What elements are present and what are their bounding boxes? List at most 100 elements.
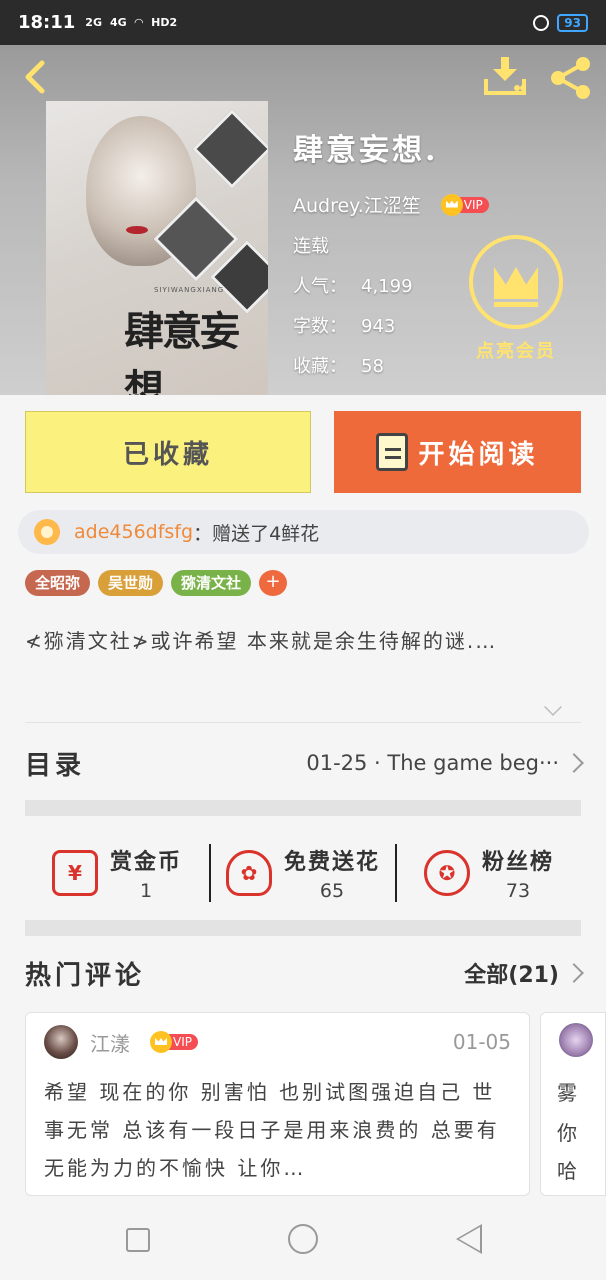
hot-comments-title: 热门评论: [25, 960, 146, 991]
medal-icon: ✪: [423, 850, 470, 896]
rotation-lock-icon: [533, 14, 550, 31]
vip-badge: VIP: [440, 193, 489, 216]
icon-glyph: ✪: [438, 861, 456, 885]
gift-banner[interactable]: ade456dfsfg ：赠送了4鲜花: [18, 510, 589, 554]
stat-value: 1: [139, 880, 153, 902]
stat-label: 粉丝榜: [481, 850, 554, 875]
tag-item[interactable]: 吴世勋: [98, 570, 164, 596]
download-icon: [484, 57, 526, 95]
stat-key: 收藏：: [293, 356, 347, 377]
vip-label: VIP: [459, 196, 489, 213]
reward-coin-button[interactable]: ¥ 赏金币 1: [25, 844, 209, 902]
cover-lips: [126, 226, 148, 234]
comment-snippet: 你: [557, 1121, 577, 1145]
stat-key: 人气：: [293, 276, 347, 297]
comment-header: 江漾 VIP 01-05: [44, 1025, 511, 1059]
red-envelope-icon: ¥: [51, 850, 98, 896]
favorites-row: 收藏： 58: [293, 352, 489, 378]
hot-comments-header: 热门评论 全部(21): [25, 948, 584, 998]
signal-4g-icon: 4G: [109, 16, 127, 29]
gift-user: ade456dfsfg: [74, 521, 194, 543]
share-button[interactable]: [548, 55, 594, 101]
flower-icon: ✿: [225, 850, 272, 896]
word-count-row: 字数： 943: [293, 312, 489, 338]
start-reading-label: 开始阅读: [418, 439, 539, 470]
author-name[interactable]: Audrey.江涩笙: [293, 191, 421, 218]
recent-apps-icon[interactable]: [126, 1228, 150, 1252]
wifi-icon: ◠: [134, 16, 144, 29]
toc-title: 目录: [25, 750, 86, 781]
free-flower-button[interactable]: ✿ 免费送花 65: [209, 844, 395, 902]
start-reading-button[interactable]: 开始阅读: [334, 411, 581, 493]
hd-icon: HD2: [151, 16, 178, 29]
stat-label: 免费送花: [283, 850, 380, 875]
tag-item[interactable]: 全昭弥: [25, 570, 91, 596]
chevron-right-icon[interactable]: [564, 963, 584, 983]
chevron-right-icon: [564, 753, 584, 773]
signal-2g-icon: 2G: [85, 16, 102, 29]
home-icon[interactable]: [288, 1224, 318, 1254]
comment-date: 01-05: [452, 1030, 511, 1054]
stat-value: 943: [361, 316, 396, 337]
back-button[interactable]: [16, 57, 56, 97]
system-nav-bar: [0, 1196, 606, 1280]
book-info: 肆意妄想. Audrey.江涩笙 VIP 连载 人气： 4,199 字数： 943 …: [293, 125, 489, 378]
comment-snippet: 哈: [557, 1159, 577, 1183]
avatar[interactable]: [44, 1025, 78, 1059]
flower-icon: [34, 519, 60, 545]
download-button[interactable]: [482, 55, 528, 97]
divider: [25, 722, 581, 723]
vip-label: VIP: [169, 1034, 198, 1050]
comment-card-peek[interactable]: 雾 你 哈: [540, 1012, 606, 1196]
comment-author[interactable]: 江漾: [90, 1028, 130, 1057]
stat-key: 字数：: [293, 316, 347, 337]
all-comments-link[interactable]: 全部(21): [464, 957, 559, 989]
latest-chapter: 01-25 · The game beg···: [306, 751, 559, 775]
stat-label: 赏金币: [109, 850, 182, 875]
member-label: 点亮会员: [476, 341, 556, 362]
collected-button[interactable]: 已收藏: [25, 411, 311, 493]
section-divider: [25, 800, 581, 816]
avatar: [559, 1023, 593, 1057]
stats-row: ¥ 赏金币 1 ✿ 免费送花 65 ✪ 粉丝榜 73: [25, 828, 581, 918]
fan-ranking-button[interactable]: ✪ 粉丝榜 73: [395, 844, 581, 902]
cover-title: 肆意妄想: [124, 308, 240, 395]
status-bar: 18:11 2G 4G ◠ HD2 93: [0, 0, 606, 45]
table-of-contents-row[interactable]: 目录 01-25 · The game beg···: [25, 735, 584, 791]
cover-subtitle: SIYIWANGXIANG: [154, 286, 225, 294]
add-tag-button[interactable]: +: [259, 570, 288, 596]
comment-card[interactable]: 江漾 VIP 01-05 希望 现在的你 别害怕 也别试图强迫自己 世事无常 总…: [25, 1012, 530, 1196]
icon-glyph: ✿: [240, 861, 258, 885]
author-row: Audrey.江涩笙 VIP: [293, 191, 489, 218]
member-crown-icon: [469, 235, 563, 329]
back-triangle-icon[interactable]: [456, 1224, 482, 1254]
crown-icon: [150, 1031, 172, 1053]
tag-list: 全昭弥 吴世勋 猕清文社 +: [25, 570, 288, 596]
battery-icon: 93: [557, 13, 588, 32]
vip-badge: VIP: [150, 1031, 198, 1053]
book-description: ≮猕清文社≯或许希望 本来就是余生待解的谜.…: [25, 629, 498, 653]
back-arrow-icon: [25, 60, 45, 94]
comment-text: 希望 现在的你 别害怕 也别试图强迫自己 世事无常 总该有一段日子是用来浪费的 …: [44, 1080, 500, 1180]
popularity-row: 人气： 4,199: [293, 272, 489, 298]
book-icon: [376, 433, 409, 471]
section-divider: [25, 920, 581, 936]
expand-chevron-icon[interactable]: [544, 698, 562, 716]
gift-message: ：赠送了4鲜花: [193, 522, 320, 545]
icon-glyph: ¥: [68, 861, 82, 885]
tag-item[interactable]: 猕清文社: [171, 570, 252, 596]
activate-member-button[interactable]: 点亮会员: [466, 235, 566, 363]
book-title: 肆意妄想.: [293, 133, 439, 168]
cover-diamond: [192, 109, 268, 189]
stat-value: 58: [361, 356, 384, 377]
crown-icon: [440, 193, 463, 216]
stat-value: 73: [505, 880, 531, 902]
book-header: SIYIWANGXIANG 肆意妄想 肆意妄想. Audrey.江涩笙 VIP …: [0, 45, 606, 395]
stat-value: 65: [319, 880, 345, 902]
serial-status: 连载: [293, 236, 329, 257]
book-cover[interactable]: SIYIWANGXIANG 肆意妄想: [46, 101, 268, 395]
status-time: 18:11: [18, 12, 76, 33]
stat-value: 4,199: [361, 276, 413, 297]
comment-snippet: 雾: [557, 1081, 577, 1105]
share-icon: [551, 57, 590, 99]
